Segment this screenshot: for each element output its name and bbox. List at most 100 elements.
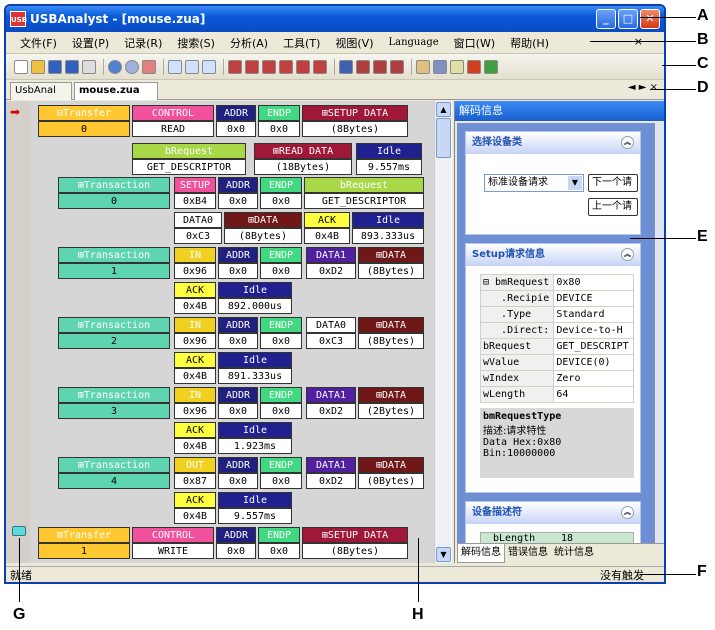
addr-header[interactable]: ADDR (218, 247, 258, 263)
tab-error-info[interactable]: 错误信息 (505, 544, 551, 563)
menu-view[interactable]: 视图(V) (335, 35, 373, 51)
ack-header[interactable]: ACK (174, 492, 216, 508)
idle-value[interactable]: 9.557ms (218, 508, 292, 524)
data-header[interactable]: ⊞DATA (358, 387, 424, 403)
idle-header[interactable]: Idle (218, 352, 292, 368)
endp-value[interactable]: 0x0 (258, 543, 300, 559)
data-pid-value[interactable]: 0xD2 (306, 473, 356, 489)
collapse-icon[interactable]: ︽ (621, 248, 634, 261)
idle-header[interactable]: Idle (218, 492, 292, 508)
data-value[interactable]: (0Bytes) (358, 473, 424, 489)
idle-value[interactable]: 891.333us (218, 368, 292, 384)
data-header[interactable]: ⊞DATA (358, 317, 424, 333)
data-pid-header[interactable]: DATA1 (306, 247, 356, 263)
find-t-icon[interactable] (296, 59, 310, 74)
property-row[interactable]: wLength 64 (479, 386, 634, 403)
filter-p-icon[interactable] (373, 59, 387, 74)
save-all-icon[interactable] (65, 59, 79, 74)
zoom-in-icon[interactable] (168, 59, 182, 74)
grid-icon[interactable] (142, 59, 156, 74)
idle-header[interactable]: Idle (356, 143, 422, 159)
scroll-thumb[interactable] (436, 118, 451, 158)
find-a-icon[interactable] (313, 59, 327, 74)
endp-header[interactable]: ENDP (260, 247, 302, 263)
minimize-button[interactable]: _ (596, 9, 616, 29)
endp-value[interactable]: 0x0 (260, 193, 302, 209)
property-row[interactable]: wValue DEVICE(0) (479, 354, 634, 371)
transaction-number[interactable]: 1 (58, 263, 170, 279)
token-value[interactable]: 0x96 (174, 403, 216, 419)
transfer-label[interactable]: ⊟Transfer (38, 105, 130, 121)
addr-header[interactable]: ADDR (216, 527, 256, 543)
transaction-number[interactable]: 2 (58, 333, 170, 349)
maximize-button[interactable]: □ (618, 9, 638, 29)
data-value[interactable]: (8Bytes) (358, 263, 424, 279)
property-row[interactable]: .Type Standard (479, 306, 634, 323)
find-p-icon[interactable] (245, 59, 259, 74)
endp-header[interactable]: ENDP (260, 387, 302, 403)
next-request-button[interactable]: 下一个请 (588, 174, 638, 192)
transfer-label[interactable]: ⊞Transfer (38, 527, 130, 543)
menu-file[interactable]: 文件(F) (20, 35, 57, 51)
addr-value[interactable]: 0x0 (218, 473, 258, 489)
brequest-value[interactable]: GET_DESCRIPTOR (304, 193, 424, 209)
data-header[interactable]: ⊞DATA (224, 212, 302, 228)
tab-usbanal[interactable]: UsbAnal (10, 82, 72, 100)
print-icon[interactable] (82, 59, 96, 74)
chevron-down-icon[interactable]: ▼ (568, 176, 582, 190)
data-pid-header[interactable]: DATA0 (306, 317, 356, 333)
tab-nav-icons[interactable]: ◄ ► × (628, 82, 658, 93)
transaction-number[interactable]: 3 (58, 403, 170, 419)
addr-header[interactable]: ADDR (218, 387, 258, 403)
data-pid-value[interactable]: 0xD2 (306, 263, 356, 279)
token-header[interactable]: SETUP (174, 177, 216, 193)
setup-data-header[interactable]: ⊞SETUP DATA (302, 105, 408, 121)
token-value[interactable]: 0x96 (174, 333, 216, 349)
token-header[interactable]: IN (174, 247, 216, 263)
control-header[interactable]: CONTROL (132, 527, 214, 543)
addr-header[interactable]: ADDR (218, 177, 258, 193)
property-row[interactable]: .Recipie DEVICE (479, 290, 634, 307)
brequest-value[interactable]: GET_DESCRIPTOR (132, 159, 246, 175)
color-icon[interactable] (467, 59, 481, 74)
property-row[interactable]: ⊟ bmRequest 0x80 (479, 274, 634, 291)
idle-value[interactable]: 1.923ms (218, 438, 292, 454)
find-s-icon[interactable] (228, 59, 242, 74)
endp-header[interactable]: ENDP (258, 527, 300, 543)
direction-cell[interactable]: WRITE (132, 543, 214, 559)
token-header[interactable]: IN (174, 317, 216, 333)
tab-decode-info[interactable]: 解码信息 (457, 544, 505, 563)
ack-value[interactable]: 0x4B (174, 508, 216, 524)
endp-header[interactable]: ENDP (258, 105, 300, 121)
ack-value[interactable]: 0x4B (174, 298, 216, 314)
refresh-icon[interactable] (125, 59, 139, 74)
addr-value[interactable]: 0x0 (218, 333, 258, 349)
data-header[interactable]: ⊞DATA (358, 247, 424, 263)
endp-header[interactable]: ENDP (260, 457, 302, 473)
ack-value[interactable]: 0x4B (304, 228, 350, 244)
addr-value[interactable]: 0x0 (218, 193, 258, 209)
property-row[interactable]: .Direct: Device-to-H (479, 322, 634, 339)
read-data-header[interactable]: ⊞READ DATA (254, 143, 352, 159)
endp-header[interactable]: ENDP (260, 317, 302, 333)
property-row[interactable]: wIndex Zero (479, 370, 634, 387)
menu-record[interactable]: 记录(R) (124, 35, 162, 51)
find-e-icon[interactable] (262, 59, 276, 74)
setup-data-header[interactable]: ⊞SETUP DATA (302, 527, 408, 543)
endp-value[interactable]: 0x0 (260, 403, 302, 419)
transaction-label[interactable]: ⊞Transaction (58, 317, 170, 333)
token-value[interactable]: 0x96 (174, 263, 216, 279)
capture-icon[interactable] (108, 59, 122, 74)
save-icon[interactable] (48, 59, 62, 74)
data-pid-value[interactable]: 0xC3 (174, 228, 222, 244)
device-class-select[interactable]: 标准设备请求 ▼ (484, 174, 584, 192)
idle-header[interactable]: Idle (352, 212, 424, 228)
data-value[interactable]: (8Bytes) (358, 333, 424, 349)
packet-scrollbar[interactable]: ▲ ▼ (434, 101, 451, 563)
menu-help[interactable]: 帮助(H) (510, 35, 549, 51)
data-pid-value[interactable]: 0xD2 (306, 403, 356, 419)
menu-window[interactable]: 窗口(W) (454, 35, 495, 51)
tab-mouse-zua[interactable]: mouse.zua (74, 82, 158, 100)
transaction-number[interactable]: 0 (58, 193, 170, 209)
menu-analysis[interactable]: 分析(A) (230, 35, 268, 51)
